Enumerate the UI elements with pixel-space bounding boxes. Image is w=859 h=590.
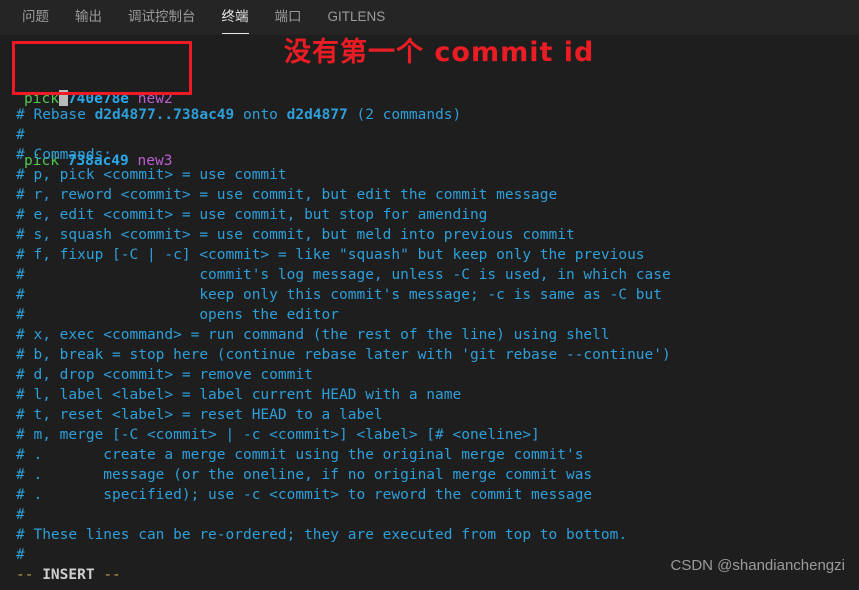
- help-line: # t, reset <label> = reset HEAD to a lab…: [16, 407, 383, 423]
- help-line: # . create a merge commit using the orig…: [16, 447, 584, 463]
- help-line: # s, squash <commit> = use commit, but m…: [16, 227, 575, 243]
- help-line: # r, reword <commit> = use commit, but e…: [16, 187, 558, 203]
- help-line: # opens the editor: [16, 307, 340, 323]
- help-line: # commit's log message, unless -C is use…: [16, 267, 671, 283]
- rebase-command-count: (2 commands): [347, 107, 462, 123]
- tab-debug-console[interactable]: 调试控制台: [128, 0, 196, 34]
- help-line: #: [16, 507, 25, 523]
- panel-tab-bar: 问题 输出 调试控制台 终端 端口 GITLENS: [0, 0, 859, 35]
- help-line: # e, edit <commit> = use commit, but sto…: [16, 207, 488, 223]
- help-line: # f, fixup [-C | -c] <commit> = like "sq…: [16, 247, 645, 263]
- status-right-dashes: --: [103, 567, 121, 583]
- help-line: # . specified); use -c <commit> to rewor…: [16, 487, 593, 503]
- tab-terminal[interactable]: 终端: [221, 0, 249, 34]
- status-gap: [33, 567, 42, 583]
- status-left-dashes: --: [16, 567, 34, 583]
- help-line: # d, drop <commit> = remove commit: [16, 367, 313, 383]
- tab-output[interactable]: 输出: [75, 0, 102, 34]
- tab-problems[interactable]: 问题: [22, 0, 49, 34]
- rebase-header-prefix: # Rebase: [16, 107, 95, 123]
- rebase-onto-label: onto: [234, 107, 287, 123]
- help-line: # x, exec <command> = run command (the r…: [16, 327, 610, 343]
- tab-gitlens[interactable]: GITLENS: [328, 0, 386, 34]
- rebase-header-line: # Rebase d2d4877..738ac49 onto d2d4877 (…: [16, 105, 859, 125]
- text-cursor: [58, 90, 68, 106]
- tab-ports[interactable]: 端口: [275, 0, 302, 34]
- annotation-label: 没有第一个 commit id: [284, 37, 595, 68]
- help-line: # These lines can be re-ordered; they ar…: [16, 527, 628, 543]
- help-line: # l, label <label> = label current HEAD …: [16, 387, 462, 403]
- help-line: # b, break = stop here (continue rebase …: [16, 347, 671, 363]
- status-mode: INSERT: [42, 567, 95, 583]
- rebase-onto-hash: d2d4877: [286, 107, 348, 123]
- terminal-output[interactable]: pick 740e78e new2 pick 738ac49 new3 没有第一个…: [0, 35, 859, 590]
- help-line: # Commands:: [16, 147, 113, 163]
- help-line: # p, pick <commit> = use commit: [16, 167, 287, 183]
- watermark-label: CSDN @shandianchengzi: [670, 557, 846, 574]
- vim-status-line: -- INSERT --: [16, 566, 121, 584]
- help-line: # m, merge [-C <commit> | -c <commit>] <…: [16, 427, 540, 443]
- rebase-range: d2d4877..738ac49: [94, 107, 235, 123]
- help-line: # keep only this commit's message; -c is…: [16, 287, 663, 303]
- rebase-help-block: # Rebase d2d4877..738ac49 onto d2d4877 (…: [16, 105, 859, 565]
- help-line: # . message (or the oneline, if no origi…: [16, 467, 593, 483]
- help-line: #: [16, 127, 25, 143]
